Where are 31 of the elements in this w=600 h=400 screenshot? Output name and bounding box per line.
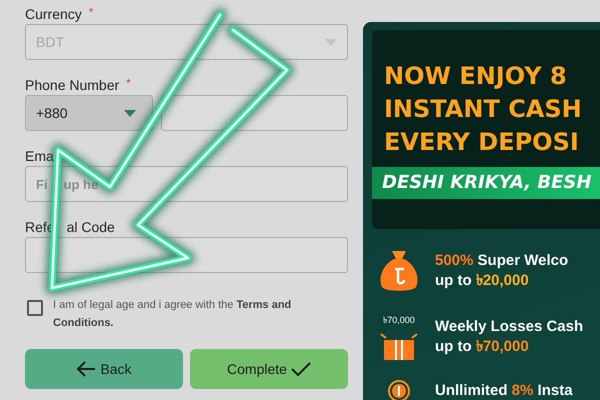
offer-text: Unllimited	[435, 382, 509, 399]
agreement-text: I am of legal age and i agree with the Terms and Conditions.	[53, 298, 292, 331]
back-button[interactable]: Back	[25, 349, 183, 389]
checkbox[interactable]	[27, 300, 43, 316]
offer-text: 500%	[435, 252, 474, 269]
offer-text: Weekly Losses Cash	[435, 318, 584, 334]
offer-text: ৳20,000	[476, 272, 529, 289]
check-icon	[290, 361, 311, 377]
offer-text: Super Welco	[476, 252, 568, 269]
slogan-text: DESHI KRIKYA, BESH	[382, 172, 592, 193]
required-mark: *	[126, 75, 131, 91]
money-bag-icon	[378, 249, 420, 293]
field-label: Phone Number	[25, 76, 120, 95]
caret-icon	[325, 38, 337, 46]
offer-text: 8%	[512, 382, 534, 399]
offer-text: up to	[435, 338, 473, 354]
left-arrow-icon	[76, 361, 96, 377]
headline-text: EVERY DEPOSI	[383, 127, 580, 158]
caret-icon	[124, 110, 136, 116]
coin-icon	[388, 380, 410, 400]
required-mark: *	[88, 4, 94, 20]
field-label: al Code	[66, 218, 115, 237]
country-code-select[interactable]: +880	[25, 95, 153, 131]
offer-text: Insta	[536, 382, 573, 399]
amount-label: ৳70,000	[383, 314, 415, 327]
offer-text: ৳70,000	[476, 338, 529, 354]
complete-button[interactable]: Complete	[190, 349, 348, 389]
headline-text: INSTANT CASH	[383, 94, 583, 125]
field-label: Currency	[25, 5, 82, 24]
offer-text: up to	[435, 272, 473, 289]
headline-text: NOW ENJOY 8	[383, 61, 568, 92]
